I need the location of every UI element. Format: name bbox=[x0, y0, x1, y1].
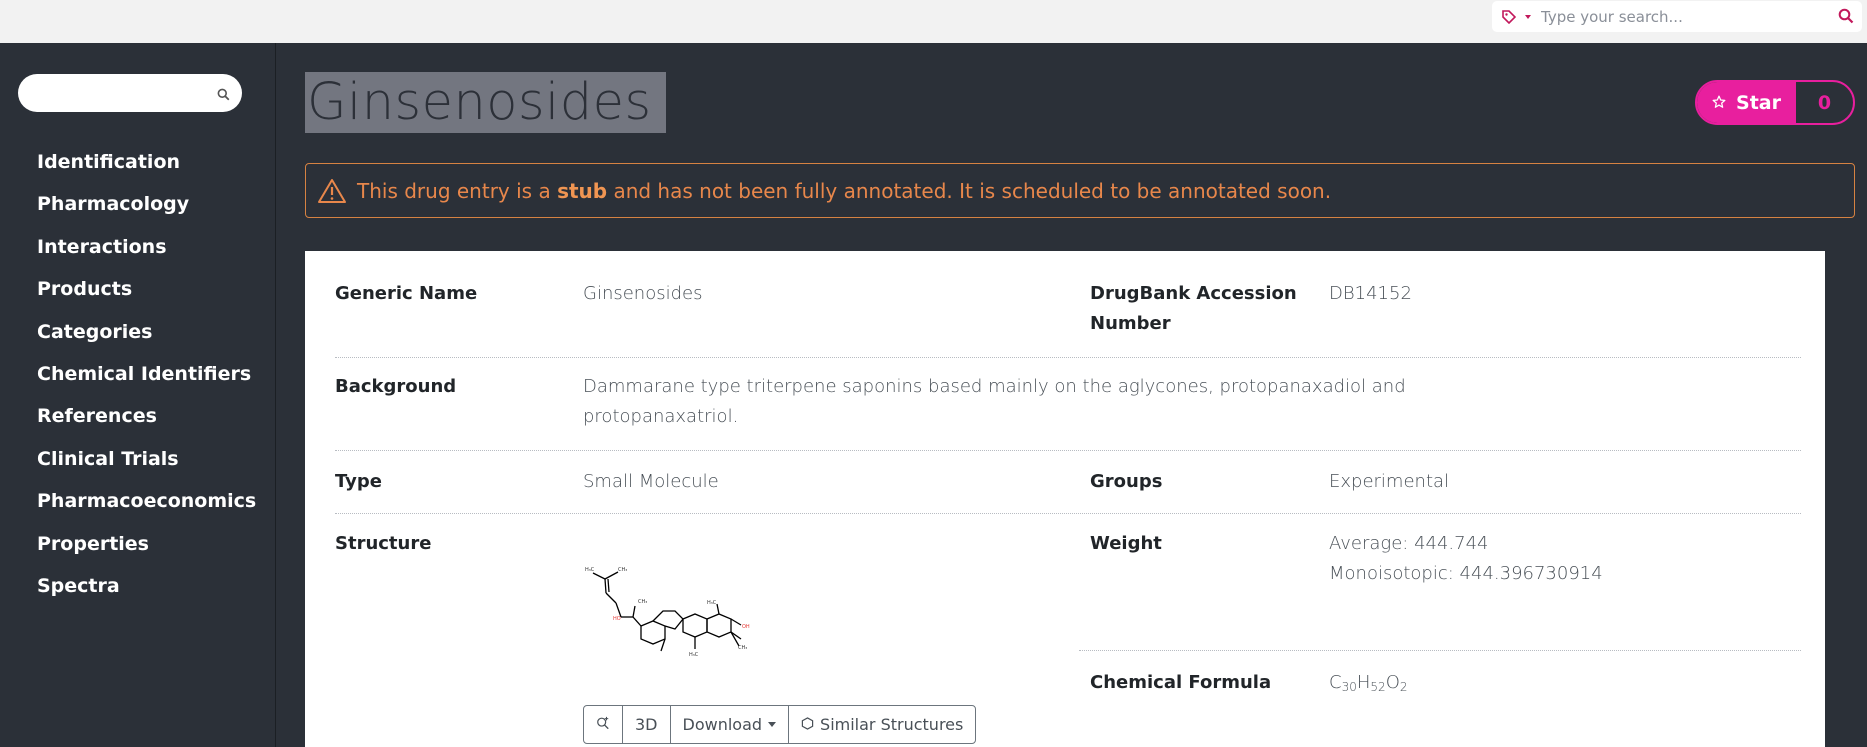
star-icon bbox=[1712, 92, 1726, 114]
formula-c: C bbox=[1329, 672, 1342, 693]
chevron-down-icon[interactable] bbox=[1525, 14, 1531, 19]
formula-h-count: 52 bbox=[1370, 680, 1386, 694]
groups-label: Groups bbox=[1090, 471, 1163, 492]
page-title: Ginsenosides bbox=[305, 72, 666, 133]
groups-value: Experimental bbox=[1329, 471, 1450, 492]
star-button-group: Star 0 bbox=[1695, 80, 1855, 125]
svg-text:H₃C: H₃C bbox=[707, 600, 717, 606]
weight-value: Average: 444.744 Monoisotopic: 444.39673… bbox=[1329, 529, 1603, 589]
type-value: Small Molecule bbox=[583, 471, 719, 492]
alert-text-bold: stub bbox=[557, 178, 608, 203]
weight-monoisotopic: Monoisotopic: 444.396730914 bbox=[1329, 563, 1603, 584]
hexagon-icon bbox=[801, 706, 814, 743]
sidebar-item-interactions[interactable]: Interactions bbox=[37, 226, 256, 268]
divider bbox=[1079, 650, 1801, 651]
sidebar-item-clinical-trials[interactable]: Clinical Trials bbox=[37, 438, 256, 480]
formula-c-count: 30 bbox=[1341, 680, 1357, 694]
warning-icon bbox=[317, 178, 347, 204]
sidebar-item-properties[interactable]: Properties bbox=[37, 523, 256, 565]
svg-text:OH: OH bbox=[742, 624, 750, 630]
accession-value: DB14152 bbox=[1329, 283, 1412, 304]
tag-icon[interactable] bbox=[1502, 8, 1520, 26]
chemical-formula-label: Chemical Formula bbox=[1090, 672, 1272, 693]
zoom-button[interactable] bbox=[584, 706, 623, 743]
similar-structures-label: Similar Structures bbox=[820, 715, 964, 734]
similar-structures-button[interactable]: Similar Structures bbox=[789, 706, 975, 743]
sidebar-item-products[interactable]: Products bbox=[37, 268, 256, 310]
global-search[interactable] bbox=[1492, 1, 1862, 32]
sidebar-item-chemical-identifiers[interactable]: Chemical Identifiers bbox=[37, 353, 256, 395]
star-label: Star bbox=[1736, 91, 1781, 114]
alert-text-before: This drug entry is a bbox=[357, 178, 558, 203]
sidebar-item-pharmacoeconomics[interactable]: Pharmacoeconomics bbox=[37, 480, 256, 522]
star-button[interactable]: Star bbox=[1697, 82, 1796, 123]
svg-text:CH₃: CH₃ bbox=[618, 567, 627, 573]
background-line-2: protopanaxatriol. bbox=[583, 406, 739, 427]
accession-label-line-2: Number bbox=[1090, 313, 1171, 334]
divider bbox=[335, 450, 1801, 451]
generic-name-label: Generic Name bbox=[335, 283, 478, 304]
weight-label: Weight bbox=[1090, 533, 1162, 554]
stub-alert: This drug entry is a stub and has not be… bbox=[305, 163, 1855, 218]
formula-o: O bbox=[1385, 672, 1400, 693]
alert-text-after: and has not been fully annotated. It is … bbox=[607, 178, 1332, 203]
svg-text:HO: HO bbox=[613, 616, 621, 622]
drug-details-card: Generic Name Ginsenosides DrugBank Acces… bbox=[305, 251, 1825, 747]
zoom-icon bbox=[596, 706, 610, 743]
sidebar-search[interactable] bbox=[18, 74, 242, 112]
generic-name-value: Ginsenosides bbox=[583, 283, 703, 304]
svg-text:H₃C: H₃C bbox=[689, 652, 699, 658]
structure-label: Structure bbox=[335, 533, 432, 554]
sidebar-item-identification[interactable]: Identification bbox=[37, 141, 256, 183]
svg-text:CH₃: CH₃ bbox=[638, 599, 647, 605]
sidebar-nav: Identification Pharmacology Interactions… bbox=[37, 141, 256, 607]
chevron-down-icon bbox=[768, 722, 777, 727]
accession-label: DrugBank Accession Number bbox=[1090, 279, 1297, 339]
chemical-formula-value: C30H52O2 bbox=[1329, 668, 1408, 702]
svg-text:CH₃: CH₃ bbox=[738, 645, 747, 651]
accession-label-line-1: DrugBank Accession bbox=[1090, 283, 1297, 304]
background-value: Dammarane type triterpene saponins based… bbox=[583, 372, 1406, 432]
search-icon[interactable] bbox=[217, 86, 230, 105]
alert-text: This drug entry is a stub and has not be… bbox=[357, 179, 1331, 203]
type-label: Type bbox=[335, 471, 382, 492]
weight-average: Average: 444.744 bbox=[1329, 533, 1489, 554]
sidebar-item-pharmacology[interactable]: Pharmacology bbox=[37, 183, 256, 225]
download-button[interactable]: Download bbox=[671, 706, 790, 743]
sidebar-item-categories[interactable]: Categories bbox=[37, 311, 256, 353]
formula-h: H bbox=[1356, 672, 1371, 693]
background-label: Background bbox=[335, 376, 457, 397]
search-icon[interactable] bbox=[1838, 8, 1854, 28]
star-count[interactable]: 0 bbox=[1796, 82, 1853, 123]
formula-o-count: 2 bbox=[1399, 680, 1408, 694]
top-bar bbox=[0, 0, 1867, 43]
download-label: Download bbox=[682, 715, 763, 734]
svg-text:H₃C: H₃C bbox=[585, 567, 595, 573]
sidebar-search-input[interactable] bbox=[32, 82, 216, 106]
sidebar-item-references[interactable]: References bbox=[37, 395, 256, 437]
sidebar-item-spectra[interactable]: Spectra bbox=[37, 565, 256, 607]
chemical-structure-image[interactable]: H₃C CH₃ CH₃ H₃C CH₃ H₃C HO OH bbox=[583, 559, 758, 669]
3d-button[interactable]: 3D bbox=[623, 706, 671, 743]
sidebar: Identification Pharmacology Interactions… bbox=[0, 43, 276, 747]
structure-toolbar: 3D Download Similar Structures bbox=[583, 705, 977, 744]
divider bbox=[335, 513, 1801, 514]
divider bbox=[335, 357, 1801, 358]
background-line-1: Dammarane type triterpene saponins based… bbox=[583, 376, 1406, 397]
search-input[interactable] bbox=[1539, 6, 1833, 27]
